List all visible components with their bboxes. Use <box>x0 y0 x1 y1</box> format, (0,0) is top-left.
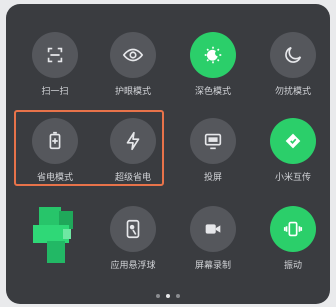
mi-share-button-circle[interactable] <box>270 118 316 164</box>
vibrate-icon <box>283 221 303 237</box>
dark-mode-button-circle[interactable] <box>190 32 236 78</box>
floating-ball-button-circle[interactable] <box>110 206 156 252</box>
scan-toggle[interactable]: 扫一扫 <box>20 32 90 102</box>
do-not-disturb-toggle[interactable]: 勿扰模式 <box>258 32 328 102</box>
moon-icon <box>285 46 302 63</box>
mi-share-toggle[interactable]: 小米互传 <box>258 118 328 188</box>
screen-record-icon <box>205 224 221 234</box>
highlight-frame <box>14 110 164 186</box>
vibrate-toggle[interactable]: 振动 <box>258 206 328 276</box>
vibrate-label: 振动 <box>283 261 302 271</box>
scan-icon <box>47 47 63 63</box>
screen-cast-icon <box>204 133 222 150</box>
page-dot-active[interactable] <box>166 294 170 298</box>
screen-cast-button-circle[interactable] <box>190 118 236 164</box>
mi-share-icon <box>285 133 301 149</box>
page-dot[interactable] <box>176 294 180 298</box>
floating-ball-toggle[interactable]: 应用悬浮球 <box>98 206 168 276</box>
floating-ball-label: 应用悬浮球 <box>110 261 156 271</box>
page-dot[interactable] <box>156 294 160 298</box>
screen-cast-label: 投屏 <box>203 173 222 183</box>
vibrate-button-circle[interactable] <box>270 206 316 252</box>
scan-label: 扫一扫 <box>41 87 69 97</box>
scan-button-circle[interactable] <box>32 32 78 78</box>
screen-cast-toggle[interactable]: 投屏 <box>178 118 248 188</box>
mi-share-label: 小米互传 <box>274 173 311 183</box>
eye-icon <box>122 48 144 62</box>
blurred-app-icon[interactable] <box>33 207 79 265</box>
dark-mode-icon <box>204 46 222 64</box>
eye-care-button-circle[interactable] <box>110 32 156 78</box>
screen-record-toggle[interactable]: 屏幕录制 <box>178 206 248 276</box>
screen-record-label: 屏幕录制 <box>194 261 231 271</box>
floating-ball-icon <box>126 219 140 239</box>
dark-mode-toggle[interactable]: 深色模式 <box>178 32 248 102</box>
page-indicator[interactable] <box>6 294 330 298</box>
dark-mode-label: 深色模式 <box>194 87 231 97</box>
dnd-label: 勿扰模式 <box>274 87 311 97</box>
dnd-button-circle[interactable] <box>270 32 316 78</box>
screen-record-button-circle[interactable] <box>190 206 236 252</box>
eye-care-toggle[interactable]: 护眼模式 <box>98 32 168 102</box>
eye-care-label: 护眼模式 <box>114 87 151 97</box>
